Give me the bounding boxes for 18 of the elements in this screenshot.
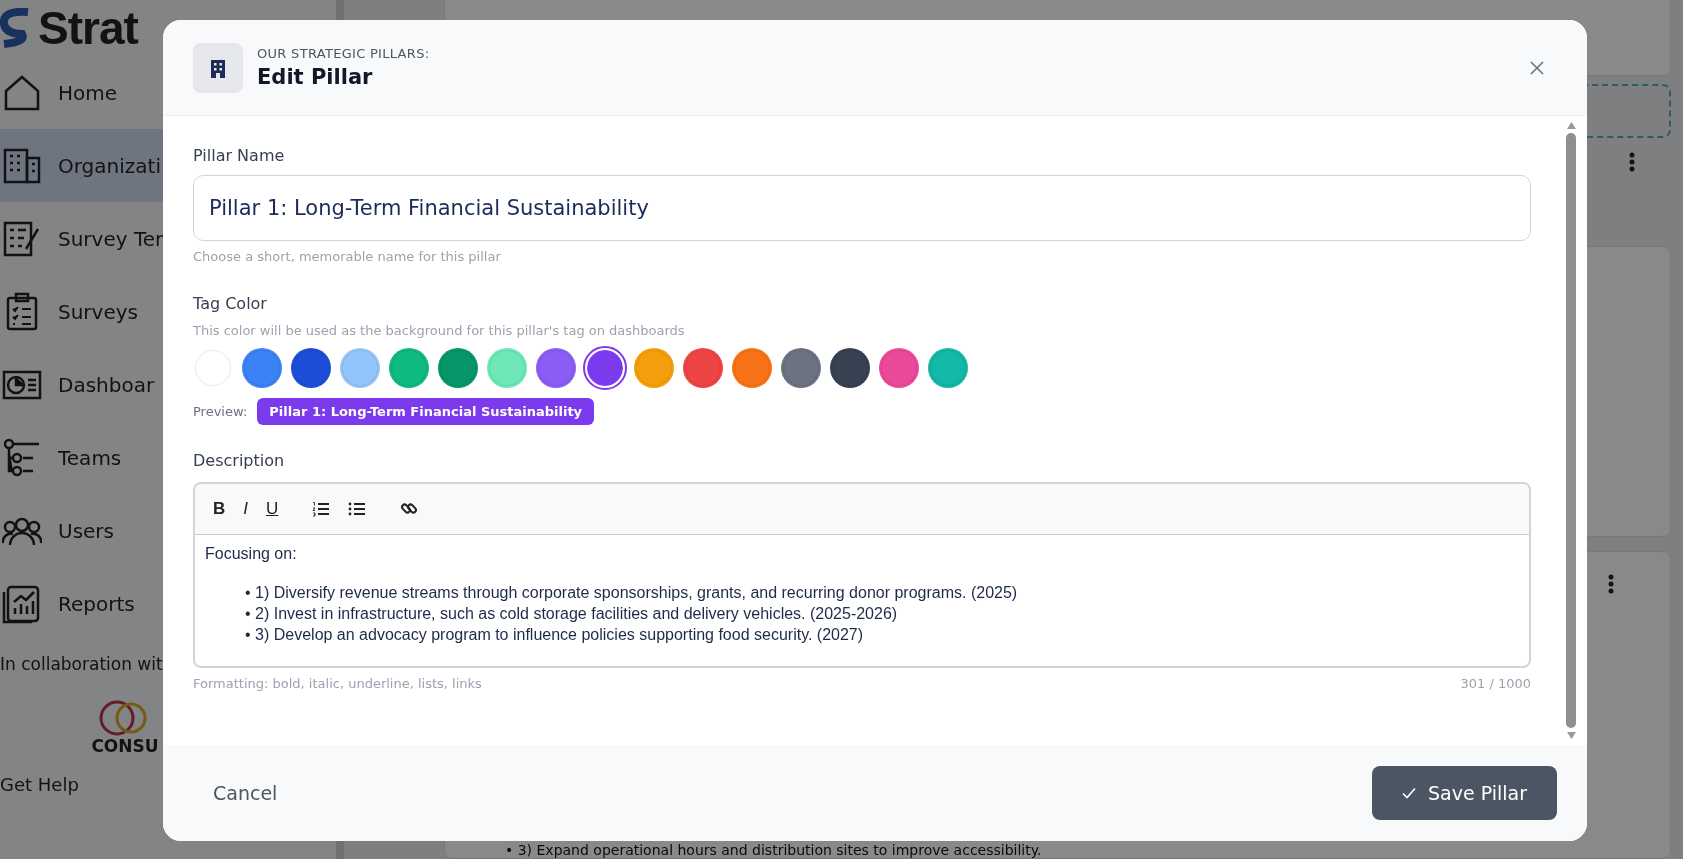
dialog-title: Edit Pillar [257,65,374,89]
logo-text: Strat [38,1,138,55]
list-item: • 1) Diversify revenue streams through corporate sponsorships, grants, and recurring donor programs. (2025) [245,584,1019,602]
dialog-eyebrow: OUR STRATEGIC PILLARS: [257,46,431,61]
pillar-tag: Pillar 1: Long-Term Financial Sustainability [257,398,595,425]
field-label: Tag Color [193,294,268,313]
formatting-hint: Formatting: bold, italic, underline, lists, links [193,676,482,691]
list-item: • 2) Invest in infrastructure, such as cold storage facilities and delivery vehicles. (2025-2026) [245,605,899,623]
preview-label: Preview: [193,404,248,419]
list-item: • 3) Develop an advocacy program to influence policies supporting food security. (2027) [245,626,865,644]
field-hint: Choose a short, memorable name for this pillar [193,249,502,264]
field-label: Description [193,451,286,470]
field-label: Pillar Name [193,146,286,165]
field-hint: This color will be used as the background for this pillar's tag on dashboards [193,323,686,338]
description-text: Focusing on: [205,545,298,563]
card-text: • 3) Expand operational hours and distribution sites to improve accessibility. [504,842,1042,858]
collaboration-text: In collaboration wit [0,654,164,674]
character-count: 301 / 1000 [1460,676,1531,691]
